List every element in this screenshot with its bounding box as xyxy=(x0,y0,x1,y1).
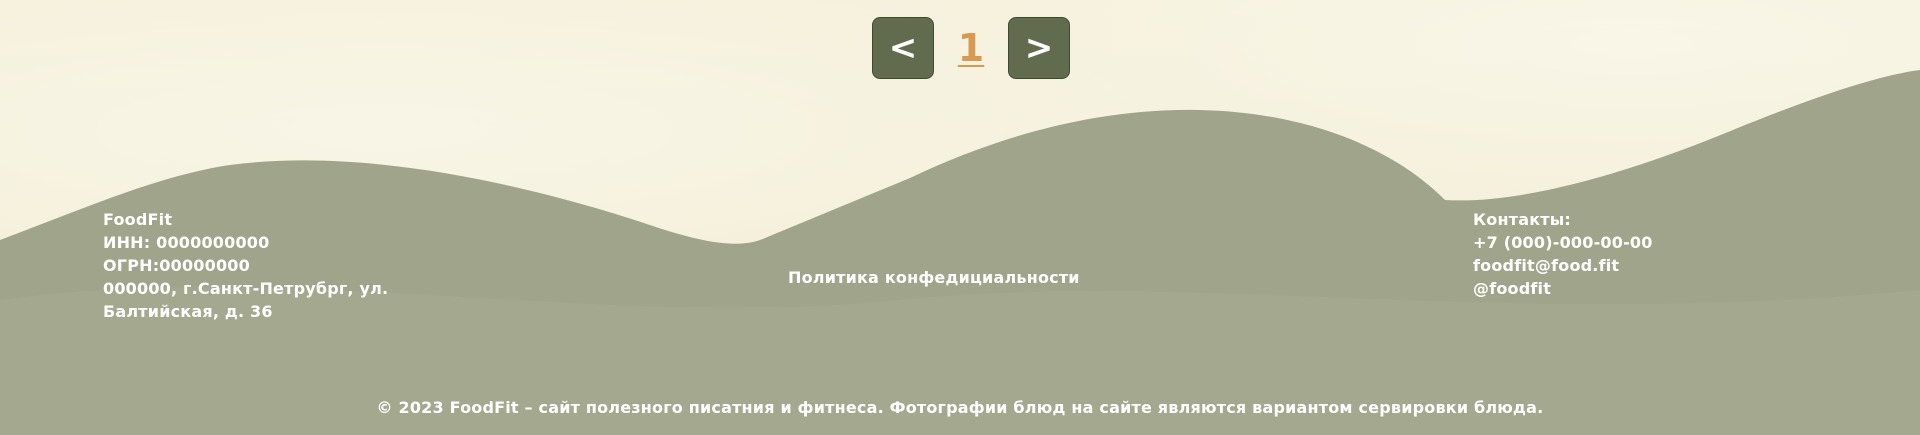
company-address-line-1: 000000, г.Санкт-Петрубрг, ул. xyxy=(103,279,389,298)
contacts-phone-link[interactable]: +7 (000)-000-00-00 xyxy=(1473,231,1733,254)
contacts-email-link[interactable]: foodfit@food.fit xyxy=(1473,254,1733,277)
contacts-block: Контакты: +7 (000)-000-00-00 foodfit@foo… xyxy=(1473,208,1733,300)
current-page-number[interactable]: 1 xyxy=(934,17,1008,79)
previous-page-button[interactable]: < xyxy=(872,17,934,79)
contacts-title: Контакты: xyxy=(1473,210,1571,229)
company-name: FoodFit xyxy=(103,210,173,229)
privacy-policy-link[interactable]: Политика конфедициальности xyxy=(788,266,1080,289)
company-info: FoodFit ИНН: 0000000000 ОГРН:00000000 00… xyxy=(103,208,443,323)
company-ogrn: ОГРН:00000000 xyxy=(103,256,250,275)
pagination: < 1 > xyxy=(872,17,1070,79)
company-inn: ИНН: 0000000000 xyxy=(103,233,270,252)
next-page-button[interactable]: > xyxy=(1008,17,1070,79)
contacts-social-link[interactable]: @foodfit xyxy=(1473,277,1733,300)
copyright-text: © 2023 FoodFit – сайт полезного писатния… xyxy=(376,398,1544,417)
company-address-line-2: Балтийская, д. 36 xyxy=(103,302,273,321)
